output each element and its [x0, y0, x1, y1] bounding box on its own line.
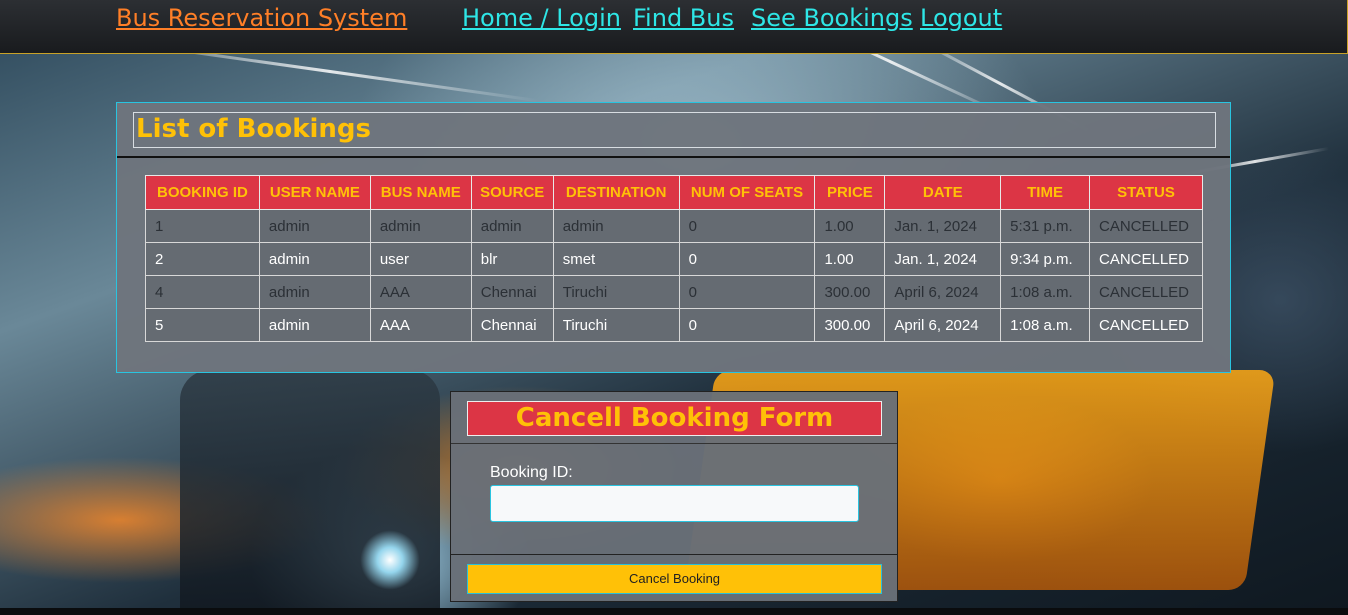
cell-bus-name: admin	[369, 209, 472, 243]
cell-num-seats: 0	[678, 209, 816, 243]
cancel-booking-button[interactable]: Cancel Booking	[467, 564, 882, 594]
form-footer: Cancel Booking	[451, 554, 897, 602]
table-row: 4 admin AAA Chennai Tiruchi 0 300.00 Apr…	[145, 275, 1204, 309]
cell-price: 1.00	[814, 242, 886, 276]
booking-id-label: Booking ID:	[490, 464, 573, 481]
cell-source: Chennai	[470, 308, 554, 342]
cell-status: CANCELLED	[1088, 209, 1204, 243]
cell-destination: admin	[552, 209, 680, 243]
cell-price: 300.00	[814, 275, 886, 309]
booking-id-input[interactable]	[490, 485, 859, 522]
panel-divider	[117, 156, 1230, 158]
cell-bus-name: user	[369, 242, 472, 276]
cell-source: Chennai	[470, 275, 554, 309]
cell-status: CANCELLED	[1088, 242, 1204, 276]
cell-num-seats: 0	[678, 242, 816, 276]
table-row: 1 admin admin admin admin 0 1.00 Jan. 1,…	[145, 209, 1204, 243]
cell-destination: Tiruchi	[552, 275, 680, 309]
cell-date: April 6, 2024	[884, 275, 1002, 309]
col-status: STATUS	[1088, 175, 1204, 210]
form-title: Cancell Booking Form	[467, 401, 882, 436]
cancel-booking-form: Cancell Booking Form Booking ID: Cancel …	[450, 391, 898, 602]
cell-num-seats: 0	[678, 275, 816, 309]
cell-bus-name: AAA	[369, 275, 472, 309]
cell-date: Jan. 1, 2024	[884, 209, 1002, 243]
table-header-row: BOOKING ID USER NAME BUS NAME SOURCE DES…	[145, 175, 1204, 210]
nav-logout[interactable]: Logout	[920, 4, 1002, 32]
col-source: SOURCE	[470, 175, 554, 210]
cell-price: 1.00	[814, 209, 886, 243]
nav-home-login[interactable]: Home / Login	[462, 4, 621, 32]
cell-booking-id: 2	[145, 242, 260, 276]
nav-find-bus[interactable]: Find Bus	[633, 4, 734, 32]
cell-time: 5:31 p.m.	[1000, 209, 1090, 243]
cell-price: 300.00	[814, 308, 886, 342]
cell-source: blr	[470, 242, 554, 276]
bookings-title-box: List of Bookings	[133, 112, 1216, 148]
cell-bus-name: AAA	[369, 308, 472, 342]
cell-user-name: admin	[258, 242, 371, 276]
nav-see-bookings[interactable]: See Bookings	[751, 4, 913, 32]
form-header: Cancell Booking Form	[451, 392, 897, 444]
cell-booking-id: 1	[145, 209, 260, 243]
cell-booking-id: 4	[145, 275, 260, 309]
col-booking-id: BOOKING ID	[145, 175, 260, 210]
cell-status: CANCELLED	[1088, 275, 1204, 309]
cell-time: 9:34 p.m.	[1000, 242, 1090, 276]
bookings-table: BOOKING ID USER NAME BUS NAME SOURCE DES…	[145, 175, 1204, 342]
brand-link[interactable]: Bus Reservation System	[116, 4, 407, 32]
cell-user-name: admin	[258, 209, 371, 243]
cell-date: Jan. 1, 2024	[884, 242, 1002, 276]
col-price: PRICE	[814, 175, 886, 210]
cell-user-name: admin	[258, 308, 371, 342]
cell-source: admin	[470, 209, 554, 243]
cell-booking-id: 5	[145, 308, 260, 342]
cell-destination: smet	[552, 242, 680, 276]
cell-user-name: admin	[258, 275, 371, 309]
cell-date: April 6, 2024	[884, 308, 1002, 342]
cell-destination: Tiruchi	[552, 308, 680, 342]
cell-time: 1:08 a.m.	[1000, 308, 1090, 342]
col-destination: DESTINATION	[552, 175, 680, 210]
col-time: TIME	[1000, 175, 1090, 210]
col-user-name: USER NAME	[258, 175, 371, 210]
top-navbar: Bus Reservation System Home / Login Find…	[0, 0, 1348, 54]
table-row: 5 admin AAA Chennai Tiruchi 0 300.00 Apr…	[145, 308, 1204, 342]
cell-num-seats: 0	[678, 308, 816, 342]
cell-status: CANCELLED	[1088, 308, 1204, 342]
col-bus-name: BUS NAME	[369, 175, 472, 210]
cell-time: 1:08 a.m.	[1000, 275, 1090, 309]
table-row: 2 admin user blr smet 0 1.00 Jan. 1, 202…	[145, 242, 1204, 276]
bookings-title: List of Bookings	[136, 114, 372, 144]
bookings-panel: List of Bookings BOOKING ID USER NAME BU…	[116, 102, 1231, 373]
col-date: DATE	[884, 175, 1002, 210]
col-num-seats: NUM OF SEATS	[678, 175, 816, 210]
